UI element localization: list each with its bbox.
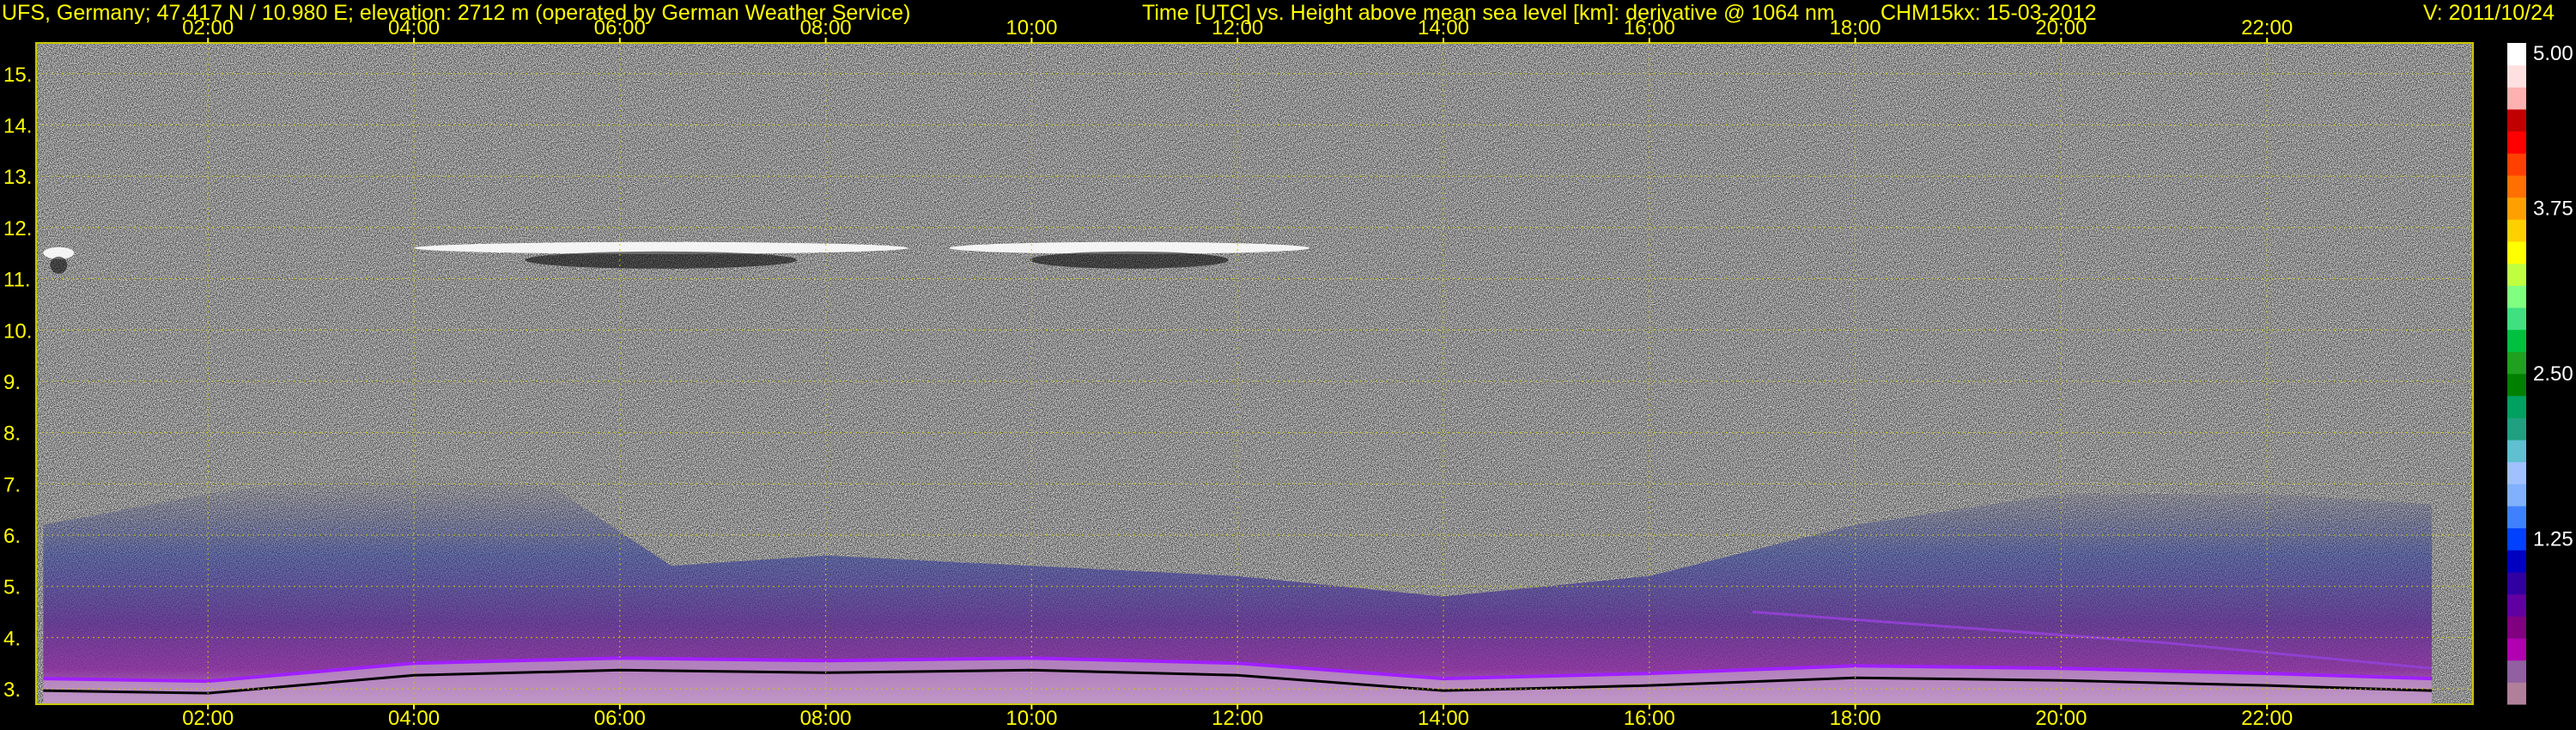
colorbar-segment: [2507, 616, 2526, 639]
colorbar-segment: [2507, 593, 2526, 617]
y-tick-label: 3.: [3, 678, 21, 702]
colorbar-segment: [2507, 175, 2526, 198]
x-tick-label-bottom: 14:00: [1418, 707, 1469, 730]
x-tick-label-bottom: 18:00: [1830, 707, 1881, 730]
colorbar-segment: [2507, 550, 2526, 573]
y-tick-label: 13.: [3, 166, 32, 189]
colorbar-segment: [2507, 87, 2526, 110]
x-tick-label-top: 06:00: [594, 16, 646, 40]
x-tick-label-top: 14:00: [1418, 16, 1469, 40]
y-tick-label: 5.: [3, 576, 21, 599]
cloud-layer-shadow: [525, 251, 798, 269]
colorbar-segment: [2507, 506, 2526, 529]
y-tick-label: 10.: [3, 319, 32, 343]
y-tick-label: 6.: [3, 525, 21, 548]
x-tick-label-bottom: 04:00: [388, 707, 440, 730]
colorbar-segment: [2507, 329, 2526, 352]
x-tick-label-top: 10:00: [1005, 16, 1057, 40]
y-tick-label: 8.: [3, 423, 21, 446]
colorbar-segment: [2507, 527, 2526, 551]
colorbar-segment: [2507, 374, 2526, 397]
colorbar-segment: [2507, 219, 2526, 242]
x-tick-label-bottom: 02:00: [182, 707, 234, 730]
x-tick-label-bottom: 16:00: [1624, 707, 1675, 730]
colorbar-label: 5.00: [2533, 42, 2573, 65]
x-tick-label-top: 08:00: [800, 16, 852, 40]
y-tick-label: 11.: [3, 269, 31, 292]
colorbar-segment: [2507, 351, 2526, 374]
colorbar-segment: [2507, 461, 2526, 484]
colorbar-segment: [2507, 241, 2526, 265]
colorbar-segment: [2507, 153, 2526, 176]
colorbar-segment: [2507, 131, 2526, 154]
y-tick-label: 15.: [3, 64, 32, 87]
colorbar-label: 3.75: [2533, 198, 2573, 221]
x-tick-label-bottom: 10:00: [1005, 707, 1057, 730]
colorbar-segment: [2507, 109, 2526, 132]
y-tick-label: 14.: [3, 115, 32, 138]
colorbar-segment: [2507, 43, 2526, 66]
y-tick-label: 4.: [3, 627, 21, 650]
x-tick-label-top: 22:00: [2241, 16, 2293, 40]
x-tick-label-top: 16:00: [1624, 16, 1675, 40]
x-tick-label-bottom: 08:00: [800, 707, 852, 730]
x-tick-label-bottom: 20:00: [2035, 707, 2087, 730]
x-tick-label-top: 20:00: [2035, 16, 2087, 40]
lidar-chart: 02:00 02:00 04:00 04:00 06:00 06:00 08:00 08:00…: [3, 16, 2573, 730]
y-tick-label: 7.: [3, 473, 21, 496]
colorbar-segment: [2507, 395, 2526, 418]
x-tick-label-top: 02:00: [182, 16, 234, 40]
colorbar-segment: [2507, 64, 2526, 88]
x-tick-label-top: 12:00: [1212, 16, 1263, 40]
colorbar-segment: [2507, 484, 2526, 507]
cloud-layer-shadow: [1030, 251, 1229, 269]
cloud-layer-shadow: [50, 256, 68, 274]
colorbar-segment: [2507, 417, 2526, 441]
x-tick-label-bottom: 12:00: [1212, 707, 1263, 730]
colorbar-segment: [2507, 638, 2526, 661]
y-tick-label: 9.: [3, 371, 21, 394]
colorbar-segment: [2507, 263, 2526, 286]
x-tick-label-top: 04:00: [388, 16, 440, 40]
colorbar-segment: [2507, 660, 2526, 683]
colorbar-segment: [2507, 197, 2526, 220]
x-tick-label-bottom: 06:00: [594, 707, 646, 730]
colorbar-label: 1.25: [2533, 528, 2573, 551]
colorbar-segment: [2507, 307, 2526, 331]
colorbar-label: 2.50: [2533, 362, 2573, 386]
x-tick-label-top: 18:00: [1830, 16, 1881, 40]
plot-area: 02:00 02:00 04:00 04:00 06:00 06:00 08:00 08:00…: [3, 16, 2474, 730]
colorbar-segment: [2507, 572, 2526, 595]
colorbar-segment: [2507, 682, 2526, 705]
colorbar: 5.00 3.75 2.50 1.25: [2507, 42, 2573, 705]
colorbar-segment: [2507, 285, 2526, 308]
x-tick-label-bottom: 22:00: [2241, 707, 2293, 730]
colorbar-segment: [2507, 440, 2526, 463]
y-tick-label: 12.: [3, 217, 32, 240]
